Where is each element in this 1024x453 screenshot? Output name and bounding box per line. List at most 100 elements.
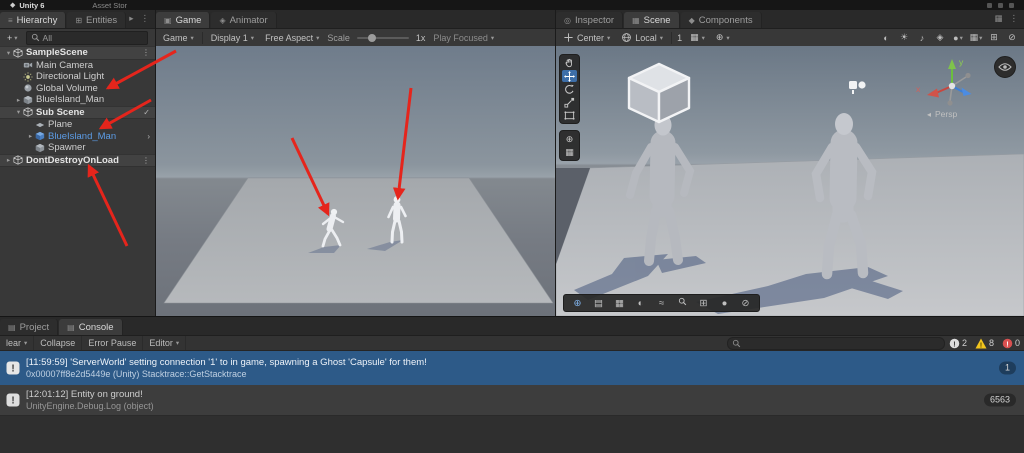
expander-icon[interactable]: ▾	[14, 108, 23, 116]
character-head	[393, 196, 401, 203]
scale-slider[interactable]	[356, 33, 409, 42]
warning-icon: !	[975, 338, 987, 349]
game-mode-dropdown[interactable]: Game ▾	[160, 33, 197, 43]
snap-dropdown[interactable]: ⊕ ▾	[713, 32, 733, 43]
tab-project[interactable]: ▤ Project	[0, 319, 59, 335]
persp-arrow-icon[interactable]: ◂	[927, 110, 931, 119]
collapse-button[interactable]: Collapse	[34, 336, 83, 350]
plane-icon	[35, 122, 45, 127]
error-pause-button[interactable]: Error Pause	[82, 336, 144, 350]
grid-dropdown[interactable]: ▦ ▾	[687, 32, 708, 43]
kebab-icon[interactable]: ⋮	[142, 48, 150, 57]
rect-tool[interactable]	[562, 109, 577, 121]
camera-settings-button[interactable]: ⊞	[986, 31, 1002, 44]
slider-knob[interactable]	[367, 33, 376, 42]
tab-scene[interactable]: ▦ Scene	[624, 12, 680, 28]
add-gameobject-button[interactable]: + ▾	[4, 33, 21, 43]
tab-inspector[interactable]: ◎ Inspector	[556, 12, 624, 28]
editor-dropdown[interactable]: Editor ▾	[143, 336, 187, 350]
scene-effects-button[interactable]: ◈	[932, 31, 948, 44]
hierarchy-item-blueisland-man-prefab[interactable]: ▸ BlueIsland_Man ›	[0, 131, 155, 143]
camera-icon[interactable]: ●	[714, 298, 735, 309]
aspect-dropdown[interactable]: Free Aspect ▾	[262, 33, 322, 43]
panel-menu-icon[interactable]: ⋮	[1010, 13, 1019, 24]
hierarchy-item-sub-scene[interactable]: ▾ Sub Scene ✓	[0, 105, 155, 119]
expander-icon[interactable]: ▸	[26, 132, 35, 140]
tab-game[interactable]: ▣ Game	[156, 12, 211, 28]
hidden-objects-button[interactable]: ⊘	[1004, 31, 1020, 44]
check-icon[interactable]: ✓	[143, 108, 150, 117]
rotate-tool[interactable]	[562, 83, 577, 95]
console-search-input[interactable]	[726, 336, 945, 350]
log-count-badge: 6563	[983, 393, 1016, 407]
hierarchy-item-dontdestroyonload[interactable]: ▸ DontDestroyOnLoad ⋮	[0, 153, 155, 167]
transform-tool[interactable]: ⊕	[562, 133, 577, 145]
pan-icon[interactable]: ⊕	[567, 298, 588, 309]
clear-button[interactable]: lear ▾	[0, 336, 35, 350]
tab-components[interactable]: ◆ Components	[680, 12, 762, 28]
log-entry[interactable]: ! [11:59:59] 'ServerWorld' setting conne…	[0, 351, 1024, 385]
window-controls[interactable]	[987, 2, 1014, 8]
button-label: lear	[6, 338, 22, 348]
game-viewport[interactable]	[156, 46, 555, 316]
layers-icon[interactable]: ▤	[588, 298, 609, 309]
scene-audio-button[interactable]: ♪	[914, 31, 930, 44]
hierarchy-item-global-volume[interactable]: Global Volume	[0, 83, 155, 95]
move-tool[interactable]	[562, 70, 577, 82]
grid-size-value[interactable]: 1	[677, 33, 682, 43]
tab-hierarchy[interactable]: ≡ Hierarchy	[0, 12, 67, 28]
scene-visibility-button[interactable]	[994, 56, 1016, 78]
shading-icon[interactable]: ◐	[630, 298, 651, 309]
item-label: DontDestroyOnLoad	[26, 154, 119, 166]
snap-icon: ⊕	[715, 32, 724, 42]
layout-icon[interactable]: ▦	[994, 13, 1002, 24]
tab-animator[interactable]: ◈ Animator	[211, 12, 277, 28]
grid-toggle-icon[interactable]: ▦	[609, 298, 630, 309]
play-focused-dropdown[interactable]: Play Focused ▾	[430, 33, 497, 43]
hierarchy-search-input[interactable]: All	[25, 30, 148, 45]
audio-gizmo-icon[interactable]	[849, 81, 866, 94]
hierarchy-item-spawner[interactable]: Spawner	[0, 142, 155, 154]
caret-down-icon: ▾	[979, 34, 983, 42]
log-entry[interactable]: ! [12:01:12] Entity on ground! UnityEngi…	[0, 385, 1024, 416]
orientation-dropdown[interactable]: Local ▾	[618, 32, 666, 43]
persp-label[interactable]: Persp	[935, 109, 957, 119]
hierarchy-item-plane[interactable]: Plane	[0, 119, 155, 131]
hidden-icon[interactable]: ⊘	[735, 298, 756, 309]
error-count[interactable]: ! 0	[998, 338, 1024, 349]
expander-icon[interactable]: ▸	[14, 96, 23, 104]
tab-entities[interactable]: ⊞ Entities	[67, 12, 127, 28]
warning-count[interactable]: ! 8	[971, 338, 998, 349]
console-toolbar: lear ▾ Collapse Error Pause Editor ▾ ! 2…	[0, 336, 1024, 351]
scene-lighting-button[interactable]: ☀	[896, 31, 912, 44]
expander-icon[interactable]: ▾	[4, 49, 13, 57]
prefab-open-icon[interactable]: ›	[147, 132, 150, 141]
kebab-icon[interactable]: ⋮	[142, 156, 150, 165]
tab-scroll-icon[interactable]: ▸	[129, 13, 133, 24]
expander-icon[interactable]: ▸	[4, 156, 13, 164]
hierarchy-item-main-camera[interactable]: Main Camera	[0, 60, 155, 72]
overlay-waves-icon[interactable]: ≈	[651, 298, 672, 309]
tab-console[interactable]: ▤ Console	[59, 319, 123, 335]
panel-menu-icon[interactable]: ⋮	[141, 13, 150, 24]
search-icon[interactable]	[672, 297, 693, 309]
gizmo-toggle-icon[interactable]: ⊞	[693, 298, 714, 309]
axis-gizmo[interactable]: y x	[916, 57, 972, 106]
scale-tool[interactable]	[562, 96, 577, 108]
display-dropdown[interactable]: Display 1 ▾	[208, 33, 257, 43]
hand-tool[interactable]	[562, 57, 577, 69]
custom-tool[interactable]: ▦	[562, 146, 577, 158]
scene-viewport[interactable]: y x ◂ Persp ⊕ ▦ ⊕ ▤ ▦ ◐ ≈ ⊞ ● ⊘	[556, 46, 1024, 316]
overlay-dropdown[interactable]: ▦ ▾	[968, 31, 984, 44]
hierarchy-item-directional-light[interactable]: Directional Light	[0, 71, 155, 83]
info-count[interactable]: ! 2	[945, 338, 971, 349]
scene-panel: ◎ Inspector ▦ Scene ◆ Components ▦ ⋮ Cen…	[556, 10, 1024, 316]
hierarchy-item-blueisland-man[interactable]: ▸ BlueIsland_Man	[0, 94, 155, 106]
hierarchy-item-samplescene[interactable]: ▾ SampleScene ⋮	[0, 46, 155, 60]
dropdown-label: Game	[163, 32, 188, 43]
pivot-dropdown[interactable]: Center ▾	[560, 32, 613, 43]
gizmos-dropdown[interactable]: ● ▾	[950, 31, 966, 44]
shading-mode-button[interactable]: ◐	[878, 31, 894, 44]
subscene-cube-gizmo[interactable]	[627, 62, 691, 124]
tab-label: Console	[78, 321, 114, 333]
